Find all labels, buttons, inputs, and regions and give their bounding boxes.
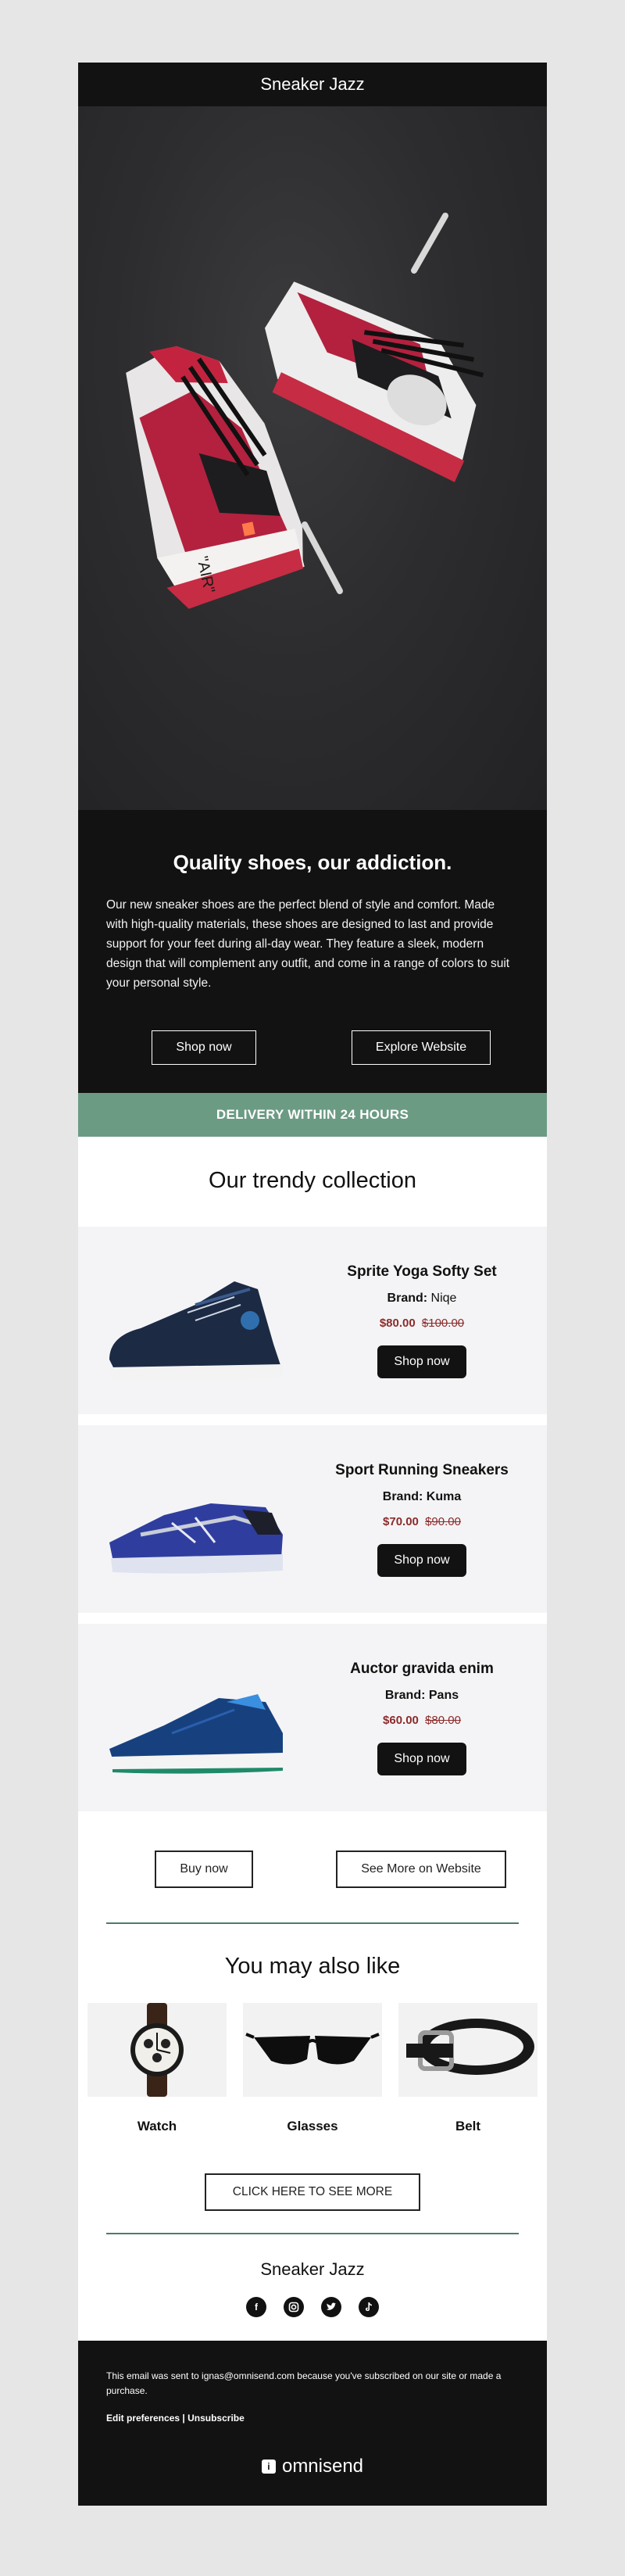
omnisend-logo[interactable]: i omnisend: [106, 2456, 519, 2477]
product-image[interactable]: [78, 1624, 297, 1811]
product-info: Sport Running Sneakers Brand: Kuma $70.0…: [297, 1462, 547, 1577]
product-brand: Brand: Pans: [384, 1688, 459, 1702]
product-card: Auctor gravida enim Brand: Pans $60.00 $…: [78, 1624, 547, 1811]
price-original: $100.00: [421, 1316, 465, 1330]
buy-now-button[interactable]: Buy now: [155, 1850, 253, 1888]
tiktok-icon[interactable]: [359, 2297, 379, 2317]
belt-icon: [406, 2019, 534, 2075]
glasses-icon: [245, 2033, 380, 2065]
store-name: Sneaker Jazz: [260, 74, 365, 94]
store-header: Sneaker Jazz: [78, 63, 547, 106]
also-like-item[interactable]: Watch: [88, 2003, 227, 2134]
intro-title: Quality shoes, our addiction.: [173, 851, 452, 874]
product-brand: Brand: Kuma: [382, 1489, 462, 1503]
price-original: $80.00: [425, 1713, 461, 1727]
footer-links: Edit preferences | Unsubscribe: [106, 2411, 519, 2426]
product-name: Sprite Yoga Softy Set: [347, 1263, 497, 1280]
instagram-icon[interactable]: [284, 2297, 304, 2317]
price-current: $70.00: [383, 1514, 419, 1528]
belt-image[interactable]: [398, 2003, 538, 2097]
knit-sneaker-illustration: [109, 1694, 283, 1774]
product-shop-now-button[interactable]: Shop now: [377, 1345, 466, 1378]
sneakers-illustration: "AIR": [126, 213, 484, 609]
running-sneaker-illustration: [109, 1503, 283, 1574]
product-price: $70.00 $90.00: [297, 1515, 547, 1528]
social-links: f: [78, 2297, 547, 2317]
product-brand: Brand: Niqe: [387, 1291, 457, 1305]
delivery-banner: DELIVERY WITHIN 24 HOURS: [78, 1093, 547, 1137]
hero-image[interactable]: "AIR": [78, 106, 547, 810]
collection-button-row: Buy now See More on Website: [78, 1822, 547, 1922]
link-separator: |: [182, 2413, 185, 2424]
product-shop-now-button[interactable]: Shop now: [377, 1543, 466, 1577]
product-image[interactable]: [78, 1227, 297, 1414]
footer-notice: This email was sent to ignas@omnisend.co…: [106, 2370, 502, 2396]
collection-section: Our trendy collection Sprite Yoga Softy …: [78, 1137, 547, 1922]
high-top-sneaker-illustration: [109, 1281, 283, 1381]
also-like-section: You may also like Watch Glasses Belt CLI…: [78, 1924, 547, 2233]
unsubscribe-link[interactable]: Unsubscribe: [188, 2413, 245, 2424]
product-price: $60.00 $80.00: [297, 1714, 547, 1727]
price-current: $80.00: [379, 1316, 416, 1330]
also-like-item[interactable]: Glasses: [243, 2003, 382, 2134]
intro-section: Quality shoes, our addiction. Our new sn…: [78, 810, 547, 1093]
product-name: Auctor gravida enim: [350, 1660, 494, 1677]
see-more-website-button[interactable]: See More on Website: [336, 1850, 506, 1888]
intro-body: Our new sneaker shoes are the perfect bl…: [106, 898, 510, 990]
facebook-icon[interactable]: f: [246, 2297, 266, 2317]
shop-now-button[interactable]: Shop now: [152, 1030, 256, 1065]
watch-icon: [130, 2003, 184, 2097]
product-image[interactable]: [78, 1425, 297, 1613]
edit-preferences-link[interactable]: Edit preferences: [106, 2413, 180, 2424]
also-like-item[interactable]: Belt: [398, 2003, 538, 2134]
product-info: Auctor gravida enim Brand: Pans $60.00 $…: [297, 1661, 547, 1775]
product-shop-now-button[interactable]: Shop now: [377, 1742, 466, 1775]
product-card: Sport Running Sneakers Brand: Kuma $70.0…: [78, 1425, 547, 1613]
email-footer: This email was sent to ignas@omnisend.co…: [78, 2341, 547, 2506]
watch-image[interactable]: [88, 2003, 227, 2097]
also-like-grid: Watch Glasses Belt: [78, 2003, 547, 2134]
signoff-section: Sneaker Jazz f: [78, 2234, 547, 2341]
see-more-cta-button[interactable]: CLICK HERE TO SEE MORE: [205, 2173, 420, 2211]
intro-button-row: Shop now Explore Website: [106, 993, 519, 1065]
price-current: $60.00: [383, 1713, 419, 1727]
glasses-image[interactable]: [243, 2003, 382, 2097]
see-more-cta-row: CLICK HERE TO SEE MORE: [78, 2134, 547, 2233]
also-like-title: You may also like: [224, 1954, 401, 1979]
omnisend-logo-icon: i: [261, 2460, 276, 2474]
also-like-label: Belt: [455, 2119, 481, 2134]
product-card: Sprite Yoga Softy Set Brand: Niqe $80.00…: [78, 1227, 547, 1414]
explore-website-button[interactable]: Explore Website: [352, 1030, 491, 1065]
collection-title: Our trendy collection: [209, 1168, 416, 1193]
signoff-store-name: Sneaker Jazz: [260, 2259, 365, 2279]
also-like-label: Glasses: [287, 2119, 338, 2134]
product-price: $80.00 $100.00: [297, 1317, 547, 1330]
also-like-label: Watch: [137, 2119, 177, 2134]
product-name: Sport Running Sneakers: [335, 1461, 509, 1478]
product-info: Sprite Yoga Softy Set Brand: Niqe $80.00…: [297, 1263, 547, 1378]
twitter-icon[interactable]: [321, 2297, 341, 2317]
price-original: $90.00: [425, 1514, 461, 1528]
omnisend-brand-text: omnisend: [281, 2456, 364, 2477]
email-container: Sneaker Jazz "AIR" Quality shoes, our ad…: [78, 63, 547, 2506]
